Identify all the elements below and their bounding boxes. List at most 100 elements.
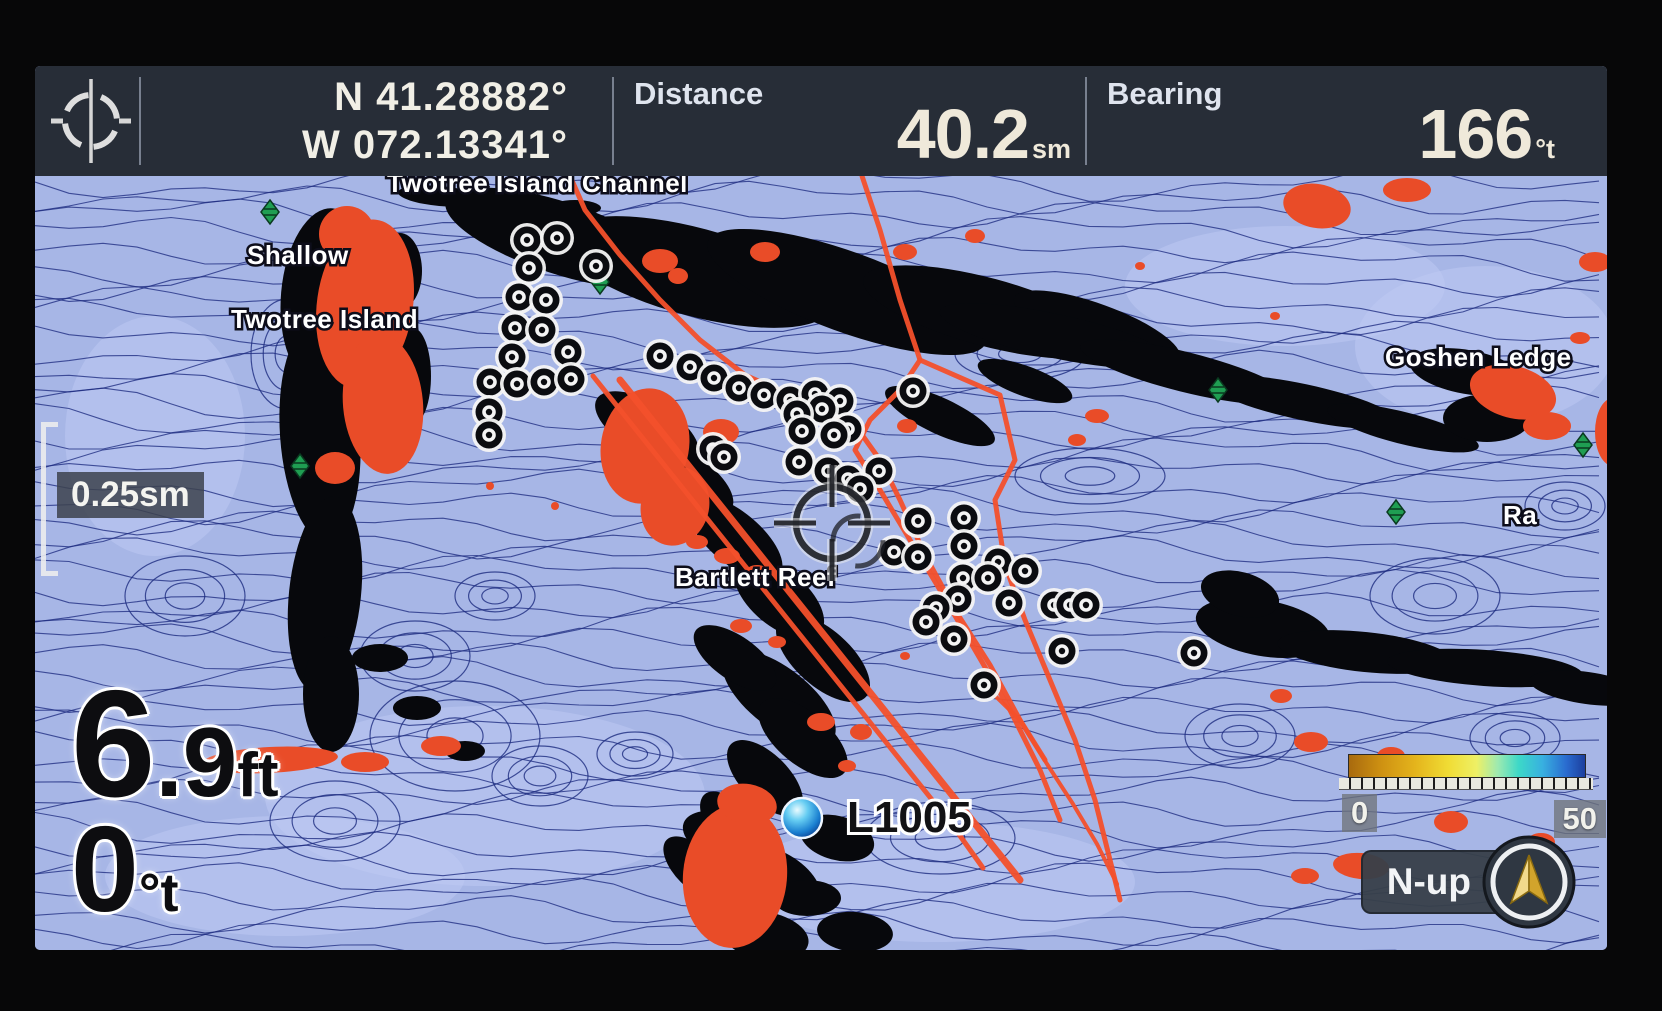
depth-readout: 6.9ft bbox=[71, 668, 279, 820]
heading-readout: 0°t bbox=[71, 808, 279, 930]
waypoint-dot bbox=[923, 619, 929, 625]
bearing-cell: Bearing 166°t bbox=[1087, 66, 1607, 176]
waypoint-marker[interactable] bbox=[529, 283, 563, 317]
rock-area bbox=[303, 636, 359, 752]
waypoint-dot bbox=[1006, 600, 1012, 606]
shoal-patch bbox=[807, 713, 835, 731]
waypoint-dot bbox=[1059, 648, 1065, 654]
colorbar-gradient bbox=[1348, 754, 1586, 778]
orientation-control[interactable]: N-up bbox=[1361, 834, 1577, 930]
waypoint-dot bbox=[796, 459, 802, 465]
waypoint-dot bbox=[761, 392, 767, 398]
waypoint-marker[interactable] bbox=[817, 418, 851, 452]
waypoint-marker[interactable] bbox=[947, 529, 981, 563]
shoal-patch bbox=[965, 229, 985, 243]
shoal-patch bbox=[1280, 178, 1355, 233]
waypoint-dot bbox=[568, 376, 574, 382]
waypoint-marker[interactable] bbox=[540, 221, 574, 255]
waypoint-dot bbox=[593, 263, 599, 269]
green-diamond-marker[interactable] bbox=[261, 200, 279, 224]
waypoint-dot bbox=[657, 353, 663, 359]
shoal-patch bbox=[893, 244, 917, 260]
chartplotter-screen: N 41.28882° W 072.13341° Distance 40.2sm… bbox=[35, 66, 1607, 950]
shoal-patch bbox=[315, 452, 355, 484]
waypoint-marker[interactable] bbox=[1177, 636, 1211, 670]
waypoint-dot bbox=[960, 575, 966, 581]
waypoint-marker[interactable] bbox=[782, 445, 816, 479]
heading-value: 0 bbox=[71, 801, 139, 937]
place-label: Bartlett Reef bbox=[675, 562, 836, 592]
shoal-patch bbox=[1068, 434, 1086, 446]
shoal-patch bbox=[1570, 332, 1590, 344]
contour-ring bbox=[1065, 467, 1115, 485]
contour-ring bbox=[455, 572, 535, 620]
contour-ring bbox=[165, 583, 205, 609]
depth-colorbar: 0 50 bbox=[1348, 754, 1584, 790]
place-label: Ra bbox=[1503, 500, 1537, 530]
waypoint-marker[interactable] bbox=[785, 414, 819, 448]
waypoint-marker[interactable] bbox=[1008, 554, 1042, 588]
contour-ring bbox=[1392, 571, 1478, 621]
waypoint-dot bbox=[876, 468, 882, 474]
contour-ring bbox=[469, 580, 522, 612]
separator bbox=[139, 77, 141, 165]
green-diamond-marker[interactable] bbox=[1574, 433, 1592, 457]
waypoint-marker[interactable] bbox=[707, 440, 741, 474]
waypoint-marker[interactable] bbox=[643, 339, 677, 373]
waypoint-marker[interactable] bbox=[554, 362, 588, 396]
bearing-label: Bearing bbox=[1107, 76, 1222, 112]
shoal-patch bbox=[1270, 312, 1280, 320]
waypoint-marker[interactable] bbox=[1045, 634, 1079, 668]
waypoint-marker[interactable] bbox=[937, 622, 971, 656]
latitude-readout: N 41.28882° bbox=[302, 73, 568, 121]
position-cell: N 41.28882° W 072.13341° bbox=[35, 66, 612, 176]
waypoint-dot bbox=[955, 596, 961, 602]
waypoint-dot bbox=[512, 325, 518, 331]
green-diamond-marker[interactable] bbox=[1387, 500, 1405, 524]
waypoint-marker[interactable] bbox=[1069, 588, 1103, 622]
waypoint-marker[interactable] bbox=[901, 504, 935, 538]
waypoint-marker[interactable] bbox=[967, 668, 1001, 702]
waypoint-dot bbox=[915, 554, 921, 560]
waypoint-marker[interactable] bbox=[512, 251, 546, 285]
waypoint-dot bbox=[721, 454, 727, 460]
shoal-patch bbox=[551, 502, 559, 510]
chart-map[interactable]: Twotree Island ChannelShallowTwotree Isl… bbox=[35, 176, 1607, 950]
shoal-patch bbox=[1270, 689, 1292, 703]
shoal-patch bbox=[850, 724, 872, 740]
waypoint-marker[interactable] bbox=[901, 540, 935, 574]
contour-ring bbox=[145, 570, 224, 623]
waypoint-marker[interactable] bbox=[579, 249, 613, 283]
waypoint-dot bbox=[711, 375, 717, 381]
place-label: Goshen Ledge bbox=[1385, 342, 1572, 372]
colorbar-ruler bbox=[1339, 778, 1593, 790]
named-waypoint[interactable]: L1005 bbox=[782, 793, 972, 842]
scale-label: 0.25sm bbox=[57, 472, 204, 518]
contour-ring bbox=[482, 588, 508, 604]
waypoint-dot bbox=[687, 364, 693, 370]
waypoint-marker[interactable] bbox=[472, 418, 506, 452]
status-bar: N 41.28882° W 072.13341° Distance 40.2sm… bbox=[35, 66, 1607, 176]
shoal-patch bbox=[1434, 811, 1468, 833]
waypoint-marker[interactable] bbox=[896, 374, 930, 408]
position-readout: N 41.28882° W 072.13341° bbox=[302, 73, 612, 169]
shoal-patch bbox=[730, 619, 752, 633]
waypoint-sphere-icon[interactable] bbox=[782, 798, 822, 838]
shoal-patch bbox=[897, 419, 917, 433]
contour-ring bbox=[1485, 721, 1544, 755]
compass-icon[interactable] bbox=[1481, 834, 1577, 930]
waypoint-name-label: L1005 bbox=[847, 793, 972, 842]
diamond-shape bbox=[261, 200, 279, 224]
diamond-shape bbox=[1574, 433, 1592, 457]
waypoint-dot bbox=[539, 327, 545, 333]
waypoint-dot bbox=[819, 406, 825, 412]
contour-ring bbox=[125, 556, 245, 636]
waypoint-marker[interactable] bbox=[992, 586, 1026, 620]
waypoint-marker[interactable] bbox=[525, 313, 559, 347]
waypoint-dot bbox=[1022, 568, 1028, 574]
waypoint-dot bbox=[915, 518, 921, 524]
waypoint-dot bbox=[1083, 602, 1089, 608]
shoal-patch bbox=[900, 652, 910, 660]
depth-decimal: .9 bbox=[156, 707, 238, 817]
shoal-patch bbox=[1595, 398, 1607, 466]
